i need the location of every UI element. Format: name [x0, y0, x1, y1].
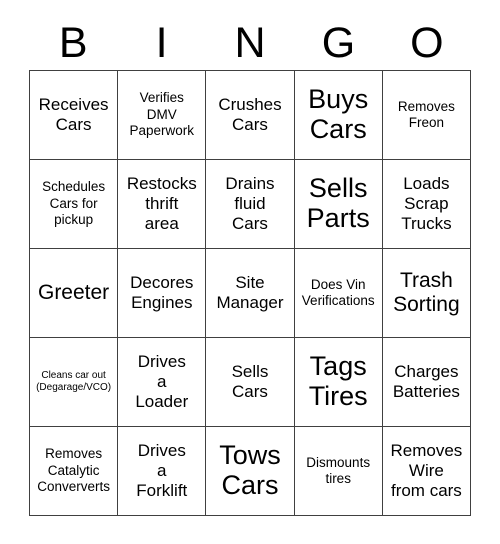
bingo-cell-label: Receives Cars [38, 94, 109, 134]
bingo-header-letter-b: B [58, 18, 88, 67]
bingo-grid: Receives Cars Verifies DMV Paperwork Crush… [29, 70, 471, 516]
bingo-cell-label: Sells Parts [306, 173, 370, 233]
bingo-cell-r4c5[interactable]: Charges Batteries [382, 338, 471, 427]
bingo-cell-r2c5[interactable]: Loads Scrap Trucks [382, 160, 471, 249]
bingo-cell-r1c5[interactable]: Removes Freon [382, 71, 471, 160]
bingo-cell-label: Site Manager [216, 272, 284, 312]
bingo-cell-label: Verifies DMV Paperwork [129, 90, 195, 139]
bingo-header-letter-n: N [234, 18, 266, 67]
bingo-header: BINGO [29, 16, 471, 70]
bingo-cell-label: Loads Scrap Trucks [401, 173, 452, 234]
bingo-cell-r2c1[interactable]: Schedules Cars for pickup [30, 160, 119, 249]
bingo-cell-label: Removes Catalytic Conververts [37, 446, 110, 495]
bingo-cell-r2c4[interactable]: Sells Parts [294, 160, 383, 249]
bingo-cell-r1c1[interactable]: Receives Cars [30, 71, 119, 160]
bingo-cell-label: Restocks thrift area [126, 173, 197, 234]
bingo-cell-label: Removes Freon [397, 98, 455, 130]
bingo-cell-label: Trash Sorting [393, 268, 460, 316]
bingo-cell-label: Greeter [37, 280, 110, 304]
bingo-cell-r5c3[interactable]: Tows Cars [206, 427, 295, 516]
bingo-cell-label: Crushes Cars [218, 94, 282, 134]
bingo-cell-label: Drains fluid Cars [225, 173, 275, 234]
bingo-cell-r4c4[interactable]: Tags Tires [294, 338, 383, 427]
bingo-cell-label: Removes Wire from cars [390, 440, 463, 501]
bingo-cell-r4c2[interactable]: Drives a Loader [118, 338, 207, 427]
bingo-cell-label: Sells Cars [231, 361, 269, 401]
bingo-cell-r3c2[interactable]: Decores Engines [118, 249, 207, 338]
bingo-cell-label: Does Vin Verifications [301, 276, 375, 308]
bingo-cell-label: Tows Cars [219, 440, 281, 500]
bingo-cell-r5c1[interactable]: Removes Catalytic Conververts [30, 427, 119, 516]
bingo-cell-r1c4[interactable]: Buys Cars [294, 71, 383, 160]
bingo-cell-r3c4[interactable]: Does Vin Verifications [294, 249, 383, 338]
bingo-cell-r5c4[interactable]: Dismounts tires [294, 427, 383, 516]
bingo-cell-label: Tags Tires [308, 351, 368, 411]
bingo-card: B I N G O Receives Cars Verifies DMV Paperwor… [0, 0, 500, 544]
bingo-header-letter-g: G [321, 18, 356, 67]
bingo-cell-r1c2[interactable]: Verifies DMV Paperwork [118, 71, 207, 160]
bingo-cell-label: Decores Engines [130, 272, 194, 312]
bingo-cell-r3c1[interactable]: Greeter [30, 249, 119, 338]
bingo-cell-r4c3[interactable]: Sells Cars [206, 338, 295, 427]
bingo-cell-r2c2[interactable]: Restocks thrift area [118, 160, 207, 249]
bingo-cell-r3c5[interactable]: Trash Sorting [382, 249, 471, 338]
bingo-header-letter-o: O [410, 18, 444, 67]
bingo-cell-label: Cleans car out (Degarage/VCO) [36, 369, 112, 394]
bingo-cell-r1c3[interactable]: Crushes Cars [206, 71, 295, 160]
bingo-cell-label: Dismounts tires [306, 454, 371, 486]
bingo-cell-r5c2[interactable]: Drives a Forklift [118, 427, 207, 516]
bingo-cell-label: Drives a Loader [135, 351, 189, 412]
bingo-cell-label: Schedules Cars for pickup [42, 179, 106, 228]
bingo-header-letter-i: I [155, 18, 168, 67]
bingo-cell-r3c3[interactable]: Site Manager [206, 249, 295, 338]
bingo-cell-r4c1[interactable]: Cleans car out (Degarage/VCO) [30, 338, 119, 427]
bingo-cell-label: Drives a Forklift [136, 440, 188, 501]
bingo-cell-r5c5[interactable]: Removes Wire from cars [382, 427, 471, 516]
bingo-cell-r2c3[interactable]: Drains fluid Cars [206, 160, 295, 249]
bingo-cell-label: Buys Cars [308, 84, 369, 144]
bingo-cell-label: Charges Batteries [392, 361, 460, 401]
